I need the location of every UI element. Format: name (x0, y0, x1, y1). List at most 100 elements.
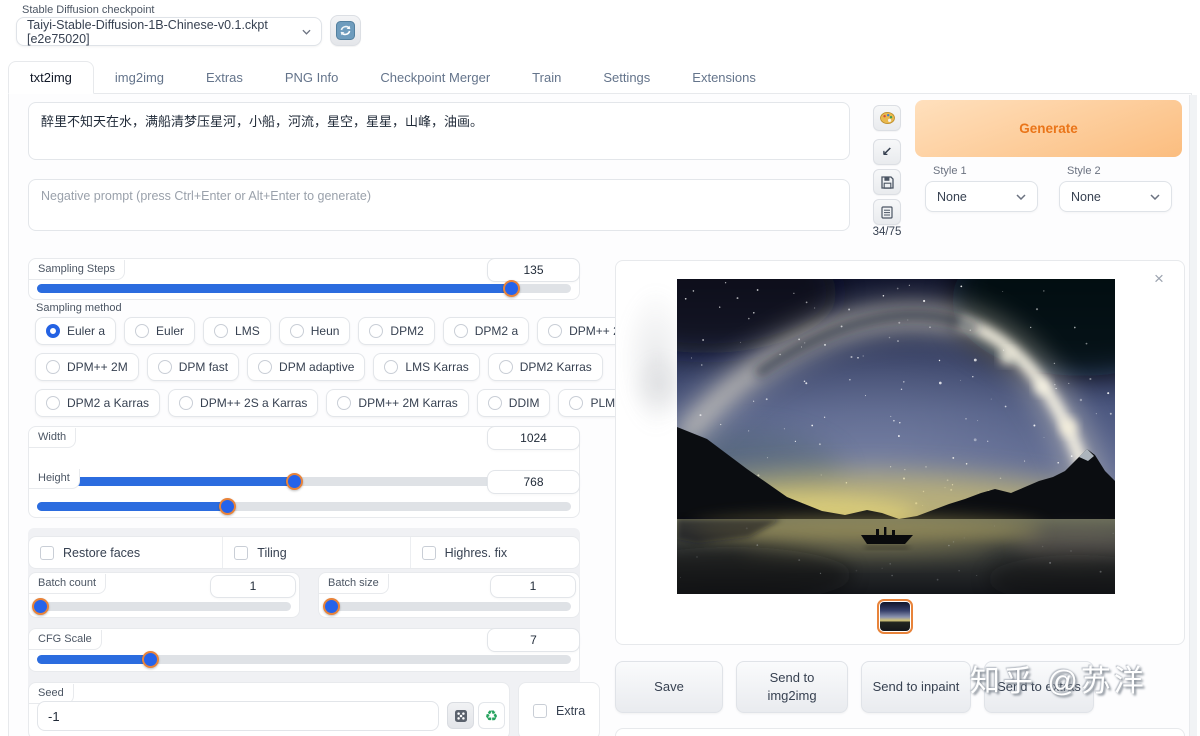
clipboard-icon (881, 205, 893, 219)
tab-img2img[interactable]: img2img (94, 62, 185, 93)
tab-png-info[interactable]: PNG Info (264, 62, 359, 93)
radio-icon (214, 324, 229, 338)
tab-bar: txt2img img2img Extras PNG Info Checkpoint M… (8, 60, 1192, 94)
extra-checkbox[interactable] (533, 704, 547, 718)
options-group: Restore faces Tiling Highres. fix (28, 536, 580, 569)
slider-thumb[interactable] (286, 473, 304, 490)
sampler-option-dpm-fast[interactable]: DPM fast (146, 353, 240, 381)
negative-prompt-input[interactable] (28, 179, 850, 231)
prompt-input[interactable]: 醉里不知天在水，满船清梦压星河，小船，河流，星空，星星，山峰，油画。 (28, 102, 850, 160)
seed-input[interactable] (37, 701, 439, 731)
save-style-button[interactable] (873, 169, 901, 195)
style1-label: Style 1 (933, 165, 967, 177)
app-window: Stable Diffusion checkpoint Taiyi-Stable… (0, 0, 1200, 736)
width-value[interactable]: 1024 (487, 426, 580, 450)
sampling-steps-value[interactable]: 135 (487, 258, 580, 282)
tab-txt2img[interactable]: txt2img (8, 61, 94, 94)
sampler-option-dpm2-karras[interactable]: DPM2 Karras (487, 353, 603, 381)
chevron-down-icon (1150, 193, 1160, 200)
radio-icon (46, 324, 60, 338)
sampling-steps-slider[interactable] (37, 280, 571, 297)
dice-icon (454, 709, 467, 722)
sampler-option-dpm2-a[interactable]: DPM2 a (442, 317, 530, 345)
cfg-scale-value[interactable]: 7 (487, 628, 580, 652)
cfg-scale-group: CFG Scale 7 (28, 628, 580, 672)
tab-extensions[interactable]: Extensions (671, 62, 777, 93)
radio-icon (453, 324, 468, 338)
refresh-checkpoint-button[interactable] (330, 15, 361, 46)
checkbox[interactable] (421, 545, 436, 560)
cfg-scale-slider[interactable] (37, 651, 571, 668)
sampler-option-dpm-2m-karras[interactable]: DPM++ 2M Karras (326, 389, 469, 417)
sampler-option-euler-a[interactable]: Euler a (35, 317, 117, 345)
chevron-down-icon (1016, 193, 1026, 200)
width-label: Width (29, 428, 77, 448)
generate-button[interactable]: Generate (915, 100, 1182, 157)
checkpoint-value: Taiyi-Stable-Diffusion-1B-Chinese-v0.1.c… (27, 17, 268, 46)
sampler-option-euler[interactable]: Euler (124, 317, 196, 345)
sampler-option-dpm-2m[interactable]: DPM++ 2M (35, 353, 139, 381)
dimensions-group: Width 1024 Height 768 (28, 426, 580, 518)
option-restore-faces: Restore faces (29, 537, 222, 568)
checkpoint-dropdown[interactable]: Taiyi-Stable-Diffusion-1B-Chinese-v0.1.c… (16, 17, 322, 46)
slider-thumb[interactable] (219, 498, 237, 515)
height-slider[interactable] (37, 498, 571, 515)
batch-size-slider[interactable] (323, 598, 571, 615)
close-gallery-button[interactable]: × (1146, 266, 1172, 292)
batch-count-slider[interactable] (32, 598, 291, 615)
batch-count-value[interactable]: 1 (210, 575, 296, 598)
checkbox[interactable] (40, 545, 54, 560)
random-seed-button[interactable] (447, 702, 474, 729)
sampling-method-options: Euler a Euler LMS Heun DPM2 DPM2 a DPM++ 2S aD… (35, 317, 649, 417)
tab-settings[interactable]: Settings (582, 62, 671, 93)
radio-icon (289, 324, 304, 338)
slider-thumb[interactable] (142, 651, 160, 668)
generated-image[interactable] (677, 279, 1115, 594)
sampler-option-dpm-2s-a-karras[interactable]: DPM++ 2S a Karras (168, 389, 319, 417)
sampler-option-dpm2-a-karras[interactable]: DPM2 a Karras (35, 389, 161, 417)
batch-size-group: Batch size 1 (318, 572, 580, 618)
apply-style-button[interactable] (873, 199, 901, 225)
gallery-thumbnail-selected[interactable] (877, 599, 913, 634)
tab-extras[interactable]: Extras (185, 62, 264, 93)
tab-checkpoint-merger[interactable]: Checkpoint Merger (359, 62, 511, 93)
radio-icon (487, 396, 502, 410)
interrogate-art-button[interactable] (873, 105, 901, 131)
radio-icon (179, 396, 194, 410)
batch-count-group: Batch count 1 (28, 572, 300, 618)
sampler-option-ddim[interactable]: DDIM (476, 389, 551, 417)
style1-dropdown[interactable]: None (925, 181, 1038, 212)
paste-generation-params-button[interactable]: ↙ (873, 139, 901, 165)
sampler-option-lms[interactable]: LMS (203, 317, 271, 345)
recycle-icon: ♻ (484, 706, 499, 725)
option-tiling: Tiling (222, 537, 409, 568)
radio-icon (369, 324, 384, 338)
reuse-seed-button[interactable]: ♻ (478, 702, 505, 729)
sampler-option-lms-karras[interactable]: LMS Karras (373, 353, 480, 381)
sampler-option-heun[interactable]: Heun (278, 317, 351, 345)
send-to-img2img-button[interactable]: Send to img2img (736, 661, 848, 713)
checkbox[interactable] (234, 545, 249, 560)
height-value[interactable]: 768 (487, 470, 580, 494)
style2-label: Style 2 (1067, 165, 1101, 177)
height-label: Height (29, 469, 80, 489)
radio-icon (135, 324, 150, 338)
sampler-option-dpm2[interactable]: DPM2 (358, 317, 435, 345)
scrollbar[interactable] (1189, 95, 1197, 736)
radio-icon (548, 324, 563, 338)
radio-icon (157, 360, 172, 374)
sampler-option-dpm-adaptive[interactable]: DPM adaptive (247, 353, 366, 381)
sampling-method-label: Sampling method (36, 302, 122, 314)
send-to-inpaint-button[interactable]: Send to inpaint (861, 661, 971, 713)
style2-dropdown[interactable]: None (1059, 181, 1172, 212)
palette-icon (879, 112, 895, 124)
batch-size-value[interactable]: 1 (490, 575, 576, 598)
slider-thumb[interactable] (32, 598, 50, 615)
close-icon: × (1154, 269, 1164, 288)
refresh-icon (336, 21, 355, 40)
send-to-extras-button[interactable]: Send to extras (984, 661, 1094, 713)
slider-thumb[interactable] (323, 598, 341, 615)
slider-thumb[interactable] (503, 280, 521, 297)
save-button[interactable]: Save (615, 661, 723, 713)
tab-train[interactable]: Train (511, 62, 582, 93)
